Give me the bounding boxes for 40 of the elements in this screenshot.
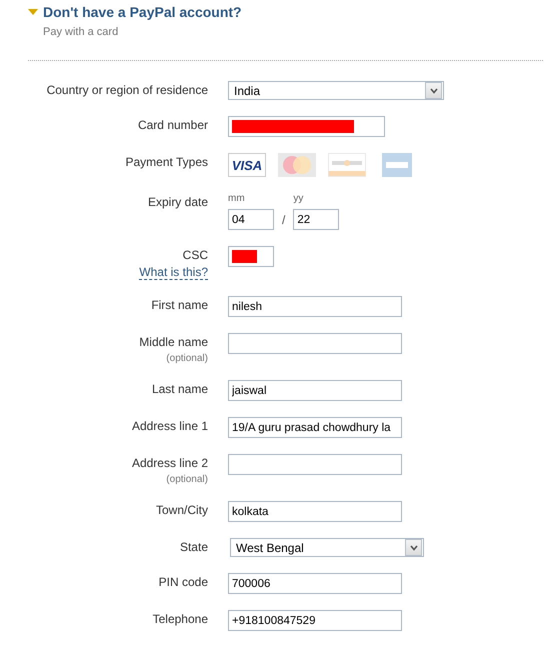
field-label: PIN code bbox=[158, 575, 208, 589]
field-label: Expiry date bbox=[148, 195, 208, 209]
visa-card-logo: VISA bbox=[228, 153, 266, 177]
optional-note: (optional) bbox=[166, 474, 208, 485]
field-label: State bbox=[180, 540, 208, 554]
input-field[interactable]: nilesh bbox=[228, 296, 402, 317]
field-label: Payment Types bbox=[126, 155, 208, 169]
dropdown-field[interactable]: West Bengal bbox=[230, 538, 424, 557]
input-field[interactable]: +918100847529 bbox=[228, 610, 402, 631]
field-label: CSC bbox=[182, 248, 208, 262]
csc-field[interactable] bbox=[228, 246, 274, 267]
dropdown-field[interactable]: India bbox=[228, 81, 444, 100]
section-subtitle: Pay with a card bbox=[43, 26, 120, 38]
year-field[interactable]: 22 bbox=[293, 209, 340, 230]
input-field[interactable]: kolkata bbox=[228, 501, 402, 522]
field-label: Last name bbox=[152, 382, 208, 396]
input-field[interactable] bbox=[228, 454, 402, 475]
field-label: Card number bbox=[138, 118, 208, 132]
year-label: yy bbox=[293, 193, 304, 204]
field-label: Country or region of residence bbox=[46, 83, 208, 97]
optional-note: (optional) bbox=[166, 353, 208, 364]
input-field[interactable] bbox=[228, 333, 402, 354]
input-field[interactable] bbox=[228, 116, 385, 137]
field-label: Address line 2 bbox=[132, 456, 208, 470]
field-label: Address line 1 bbox=[132, 419, 208, 433]
field-label: Telephone bbox=[152, 612, 208, 626]
expand-triangle-icon[interactable] bbox=[28, 9, 38, 15]
month-field[interactable]: 04 bbox=[228, 209, 274, 230]
input-field[interactable]: 700006 bbox=[228, 573, 402, 594]
chevron-down-icon bbox=[430, 88, 438, 94]
chevron-down-icon bbox=[410, 544, 418, 550]
field-label: Middle name bbox=[139, 335, 208, 349]
section-title[interactable]: Don't have a PayPal account? bbox=[43, 4, 242, 20]
field-label: Town/City bbox=[156, 503, 208, 517]
month-label: mm bbox=[228, 193, 246, 204]
field-label: First name bbox=[151, 298, 208, 312]
what-is-this-link[interactable]: What is this? bbox=[139, 265, 208, 280]
input-field[interactable]: 19/A guru prasad chowdhury la bbox=[228, 417, 402, 438]
date-separator: / bbox=[282, 213, 286, 227]
input-field[interactable]: jaiswal bbox=[228, 380, 402, 401]
